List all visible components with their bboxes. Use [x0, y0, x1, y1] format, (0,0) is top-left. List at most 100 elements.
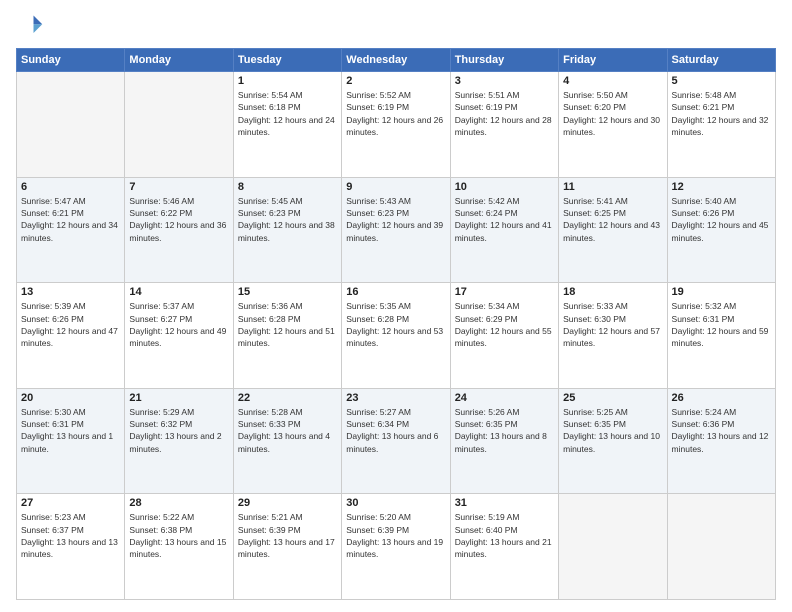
calendar-cell: 2 Sunrise: 5:52 AM Sunset: 6:19 PM Daylig… — [342, 72, 450, 178]
day-number: 11 — [563, 181, 662, 193]
calendar-cell: 8 Sunrise: 5:45 AM Sunset: 6:23 PM Daylig… — [233, 177, 341, 283]
header — [16, 12, 776, 40]
day-number: 8 — [238, 181, 337, 193]
day-number: 14 — [129, 286, 228, 298]
day-info: Sunrise: 5:35 AM Sunset: 6:28 PM Dayligh… — [346, 300, 445, 349]
day-info: Sunrise: 5:47 AM Sunset: 6:21 PM Dayligh… — [21, 195, 120, 244]
weekday-header-friday: Friday — [559, 49, 667, 72]
day-number: 23 — [346, 392, 445, 404]
calendar-cell — [559, 494, 667, 600]
day-info: Sunrise: 5:27 AM Sunset: 6:34 PM Dayligh… — [346, 406, 445, 455]
day-number: 3 — [455, 75, 554, 87]
calendar-cell: 10 Sunrise: 5:42 AM Sunset: 6:24 PM Dayli… — [450, 177, 558, 283]
calendar-cell: 4 Sunrise: 5:50 AM Sunset: 6:20 PM Daylig… — [559, 72, 667, 178]
calendar-cell: 12 Sunrise: 5:40 AM Sunset: 6:26 PM Dayli… — [667, 177, 775, 283]
calendar-cell: 28 Sunrise: 5:22 AM Sunset: 6:38 PM Dayli… — [125, 494, 233, 600]
day-info: Sunrise: 5:37 AM Sunset: 6:27 PM Dayligh… — [129, 300, 228, 349]
day-info: Sunrise: 5:43 AM Sunset: 6:23 PM Dayligh… — [346, 195, 445, 244]
weekday-header-tuesday: Tuesday — [233, 49, 341, 72]
calendar-cell: 20 Sunrise: 5:30 AM Sunset: 6:31 PM Dayli… — [17, 388, 125, 494]
calendar-table: SundayMondayTuesdayWednesdayThursdayFrid… — [16, 48, 776, 600]
day-info: Sunrise: 5:52 AM Sunset: 6:19 PM Dayligh… — [346, 89, 445, 138]
day-number: 31 — [455, 497, 554, 509]
day-number: 9 — [346, 181, 445, 193]
calendar-cell: 30Sunrise: 5:20 AM Sunset: 6:39 PM Dayli… — [342, 494, 450, 600]
day-number: 15 — [238, 286, 337, 298]
calendar-cell: 1 Sunrise: 5:54 AM Sunset: 6:18 PM Daylig… — [233, 72, 341, 178]
calendar-cell: 23 Sunrise: 5:27 AM Sunset: 6:34 PM Dayli… — [342, 388, 450, 494]
calendar-week-row-3: 13Sunrise: 5:39 AM Sunset: 6:26 PM Dayli… — [17, 283, 776, 389]
day-info: Sunrise: 5:34 AM Sunset: 6:29 PM Dayligh… — [455, 300, 554, 349]
day-info: Sunrise: 5:21 AM Sunset: 6:39 PM Dayligh… — [238, 511, 337, 560]
day-info: Sunrise: 5:48 AM Sunset: 6:21 PM Dayligh… — [672, 89, 771, 138]
day-info: Sunrise: 5:22 AM Sunset: 6:38 PM Dayligh… — [129, 511, 228, 560]
calendar-cell: 27Sunrise: 5:23 AM Sunset: 6:37 PM Dayli… — [17, 494, 125, 600]
calendar-cell: 5 Sunrise: 5:48 AM Sunset: 6:21 PM Daylig… — [667, 72, 775, 178]
day-info: Sunrise: 5:30 AM Sunset: 6:31 PM Dayligh… — [21, 406, 120, 455]
calendar-week-row-2: 6 Sunrise: 5:47 AM Sunset: 6:21 PM Daylig… — [17, 177, 776, 283]
calendar-cell: 14 Sunrise: 5:37 AM Sunset: 6:27 PM Dayli… — [125, 283, 233, 389]
day-number: 16 — [346, 286, 445, 298]
calendar-cell — [667, 494, 775, 600]
day-info: Sunrise: 5:46 AM Sunset: 6:22 PM Dayligh… — [129, 195, 228, 244]
day-number: 28 — [129, 497, 228, 509]
day-number: 5 — [672, 75, 771, 87]
day-number: 4 — [563, 75, 662, 87]
calendar-cell: 19 Sunrise: 5:32 AM Sunset: 6:31 PM Dayli… — [667, 283, 775, 389]
calendar-cell: 21Sunrise: 5:29 AM Sunset: 6:32 PM Dayli… — [125, 388, 233, 494]
logo — [16, 12, 48, 40]
weekday-header-saturday: Saturday — [667, 49, 775, 72]
day-number: 17 — [455, 286, 554, 298]
day-number: 22 — [238, 392, 337, 404]
calendar-cell: 13Sunrise: 5:39 AM Sunset: 6:26 PM Dayli… — [17, 283, 125, 389]
calendar-cell: 6 Sunrise: 5:47 AM Sunset: 6:21 PM Daylig… — [17, 177, 125, 283]
day-info: Sunrise: 5:29 AM Sunset: 6:32 PM Dayligh… — [129, 406, 228, 455]
day-info: Sunrise: 5:42 AM Sunset: 6:24 PM Dayligh… — [455, 195, 554, 244]
calendar-cell: 3Sunrise: 5:51 AM Sunset: 6:19 PM Daylig… — [450, 72, 558, 178]
calendar-cell: 9 Sunrise: 5:43 AM Sunset: 6:23 PM Daylig… — [342, 177, 450, 283]
calendar-cell: 31 Sunrise: 5:19 AM Sunset: 6:40 PM Dayli… — [450, 494, 558, 600]
logo-icon — [16, 12, 44, 40]
day-info: Sunrise: 5:45 AM Sunset: 6:23 PM Dayligh… — [238, 195, 337, 244]
day-number: 1 — [238, 75, 337, 87]
day-info: Sunrise: 5:19 AM Sunset: 6:40 PM Dayligh… — [455, 511, 554, 560]
day-number: 12 — [672, 181, 771, 193]
day-number: 10 — [455, 181, 554, 193]
day-number: 20 — [21, 392, 120, 404]
day-number: 7 — [129, 181, 228, 193]
calendar-cell: 7 Sunrise: 5:46 AM Sunset: 6:22 PM Daylig… — [125, 177, 233, 283]
calendar-cell: 16 Sunrise: 5:35 AM Sunset: 6:28 PM Dayli… — [342, 283, 450, 389]
day-info: Sunrise: 5:26 AM Sunset: 6:35 PM Dayligh… — [455, 406, 554, 455]
day-number: 2 — [346, 75, 445, 87]
calendar-week-row-5: 27Sunrise: 5:23 AM Sunset: 6:37 PM Dayli… — [17, 494, 776, 600]
weekday-header-wednesday: Wednesday — [342, 49, 450, 72]
day-info: Sunrise: 5:24 AM Sunset: 6:36 PM Dayligh… — [672, 406, 771, 455]
day-info: Sunrise: 5:50 AM Sunset: 6:20 PM Dayligh… — [563, 89, 662, 138]
day-number: 13 — [21, 286, 120, 298]
calendar-cell: 18 Sunrise: 5:33 AM Sunset: 6:30 PM Dayli… — [559, 283, 667, 389]
day-info: Sunrise: 5:41 AM Sunset: 6:25 PM Dayligh… — [563, 195, 662, 244]
calendar-cell: 22 Sunrise: 5:28 AM Sunset: 6:33 PM Dayli… — [233, 388, 341, 494]
day-info: Sunrise: 5:36 AM Sunset: 6:28 PM Dayligh… — [238, 300, 337, 349]
day-info: Sunrise: 5:40 AM Sunset: 6:26 PM Dayligh… — [672, 195, 771, 244]
day-number: 19 — [672, 286, 771, 298]
day-number: 26 — [672, 392, 771, 404]
day-number: 29 — [238, 497, 337, 509]
day-number: 18 — [563, 286, 662, 298]
day-info: Sunrise: 5:33 AM Sunset: 6:30 PM Dayligh… — [563, 300, 662, 349]
calendar-cell: 17 Sunrise: 5:34 AM Sunset: 6:29 PM Dayli… — [450, 283, 558, 389]
weekday-header-thursday: Thursday — [450, 49, 558, 72]
calendar-cell: 24 Sunrise: 5:26 AM Sunset: 6:35 PM Dayli… — [450, 388, 558, 494]
page: SundayMondayTuesdayWednesdayThursdayFrid… — [0, 0, 792, 612]
calendar-week-row-1: 1 Sunrise: 5:54 AM Sunset: 6:18 PM Daylig… — [17, 72, 776, 178]
weekday-header-sunday: Sunday — [17, 49, 125, 72]
day-number: 24 — [455, 392, 554, 404]
calendar-cell: 26 Sunrise: 5:24 AM Sunset: 6:36 PM Dayli… — [667, 388, 775, 494]
calendar-cell — [17, 72, 125, 178]
calendar-cell: 11 Sunrise: 5:41 AM Sunset: 6:25 PM Dayli… — [559, 177, 667, 283]
day-number: 6 — [21, 181, 120, 193]
day-info: Sunrise: 5:32 AM Sunset: 6:31 PM Dayligh… — [672, 300, 771, 349]
day-info: Sunrise: 5:28 AM Sunset: 6:33 PM Dayligh… — [238, 406, 337, 455]
day-info: Sunrise: 5:54 AM Sunset: 6:18 PM Dayligh… — [238, 89, 337, 138]
day-info: Sunrise: 5:20 AM Sunset: 6:39 PM Dayligh… — [346, 511, 445, 560]
